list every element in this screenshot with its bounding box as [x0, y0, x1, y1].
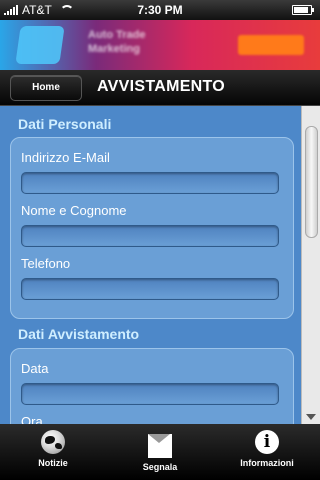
battery-icon [292, 5, 314, 15]
fieldset-dati-avvistamento: Data Ora [10, 348, 294, 424]
page-title: AVVISTAMENTO [97, 78, 226, 95]
home-button[interactable]: Home [10, 75, 82, 101]
tab-bar: Notizie Segnala i Informazioni [0, 424, 320, 480]
ad-cta-button[interactable] [238, 35, 304, 55]
form-scroll-area[interactable]: Dati Personali Indirizzo E-Mail Nome e C… [0, 106, 320, 424]
envelope-icon [148, 434, 172, 458]
date-label: Data [21, 361, 49, 376]
info-icon: i [255, 430, 279, 454]
email-field[interactable] [21, 172, 279, 194]
phone-label: Telefono [21, 256, 71, 271]
tab-notizie[interactable]: Notizie [0, 424, 106, 480]
status-time: 7:30 PM [137, 3, 183, 17]
tab-label: Notizie [38, 458, 68, 468]
fieldset-dati-personali: Indirizzo E-Mail Nome e Cognome Telefono [10, 137, 294, 319]
scrollbar[interactable] [301, 106, 320, 424]
ad-text: Auto Trade Marketing [88, 29, 146, 55]
tab-informazioni[interactable]: i Informazioni [214, 424, 320, 480]
status-bar: AT&T 7:30 PM [0, 0, 320, 20]
date-field[interactable] [21, 383, 279, 405]
section-title-dati-avvistamento: Dati Avvistamento [18, 326, 140, 342]
globe-icon [41, 430, 65, 454]
ad-logo [15, 26, 65, 64]
full-name-field[interactable] [21, 225, 279, 247]
email-label: Indirizzo E-Mail [21, 150, 110, 165]
tab-segnala[interactable]: Segnala [107, 424, 213, 480]
section-title-dati-personali: Dati Personali [18, 116, 112, 132]
time-label: Ora [21, 414, 43, 424]
name-label: Nome e Cognome [21, 203, 127, 218]
scrollbar-thumb[interactable] [305, 126, 318, 238]
nav-header: Home AVVISTAMENTO [0, 70, 320, 106]
scroll-down-arrow-icon[interactable] [306, 414, 316, 420]
tab-label: Informazioni [240, 458, 294, 468]
phone-field[interactable] [21, 278, 279, 300]
ad-banner[interactable]: Auto Trade Marketing [0, 20, 320, 70]
tab-label: Segnala [142, 462, 178, 472]
